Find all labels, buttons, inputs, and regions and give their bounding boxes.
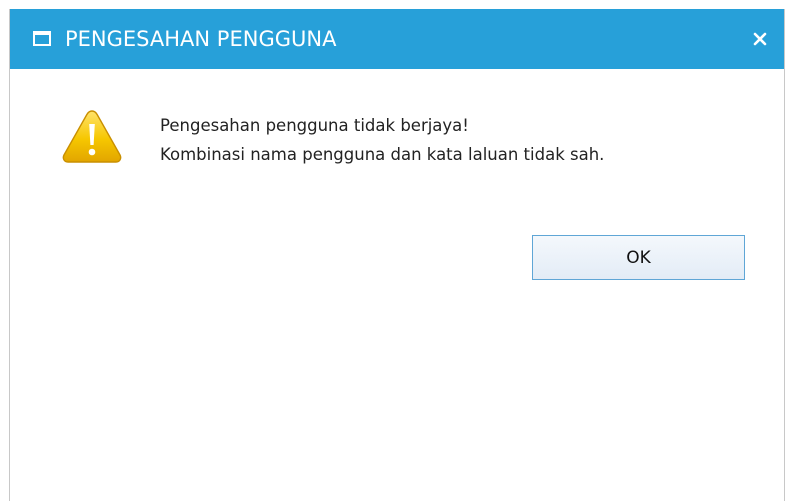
ok-button[interactable]: OK <box>532 235 745 280</box>
error-message: Pengesahan pengguna tidak berjaya! Kombi… <box>160 111 604 169</box>
dialog-title: PENGESAHAN PENGGUNA <box>65 27 337 51</box>
close-button[interactable] <box>746 25 774 53</box>
title-bar: PENGESAHAN PENGGUNA <box>10 9 784 69</box>
window-icon <box>33 31 51 46</box>
warning-icon <box>62 110 122 163</box>
auth-dialog: PENGESAHAN PENGGUNA Pengesahan pengguna … <box>9 9 785 501</box>
message-line-2: Kombinasi nama pengguna dan kata laluan … <box>160 145 605 164</box>
close-icon <box>753 32 767 46</box>
message-line-1: Pengesahan pengguna tidak berjaya! <box>160 116 469 135</box>
